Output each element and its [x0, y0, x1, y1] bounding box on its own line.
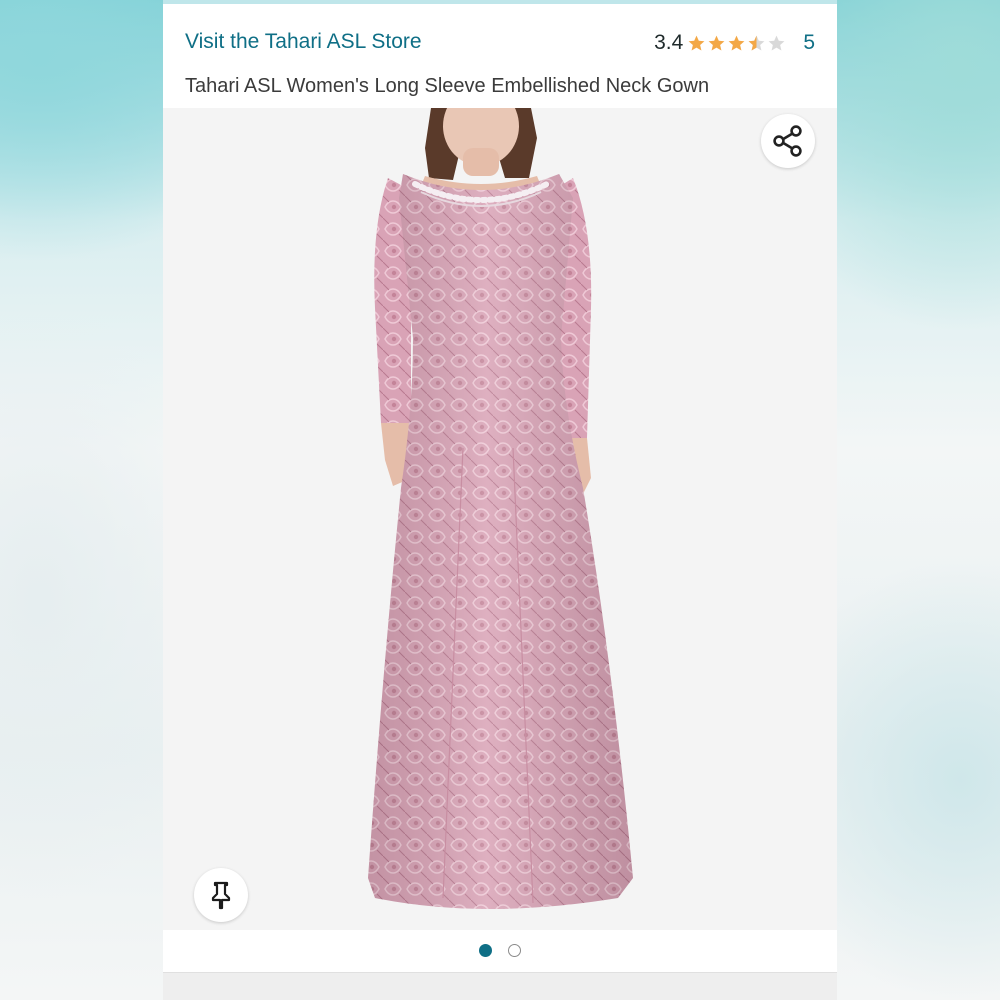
- share-button[interactable]: [761, 114, 815, 168]
- pin-button[interactable]: [194, 868, 248, 922]
- product-image[interactable]: [163, 108, 837, 930]
- star-full-icon: [688, 35, 705, 51]
- carousel-dot-2[interactable]: [508, 943, 521, 957]
- rating-stars: [687, 34, 787, 53]
- rating-summary[interactable]: 3.4 5: [654, 30, 815, 56]
- rating-value: 3.4: [654, 31, 684, 54]
- gown-image: [368, 108, 633, 909]
- store-link[interactable]: Visit the Tahari ASL Store: [185, 30, 422, 54]
- product-card: Visit the Tahari ASL Store 3.4 5 Tahari …: [163, 0, 837, 1000]
- share-icon: [773, 125, 802, 157]
- pushpin-icon: [211, 881, 231, 910]
- star-full-icon: [728, 35, 745, 51]
- star-full-icon: [708, 35, 725, 51]
- bottom-divider: [163, 972, 837, 1000]
- product-title: Tahari ASL Women's Long Sleeve Embellish…: [185, 75, 710, 97]
- carousel-dot-1[interactable]: [479, 943, 492, 957]
- star-half-icon: [748, 35, 765, 51]
- star-empty-icon: [768, 35, 785, 51]
- carousel-indicators: [163, 930, 837, 970]
- rating-count[interactable]: 5: [803, 31, 815, 55]
- top-strip: [163, 0, 837, 4]
